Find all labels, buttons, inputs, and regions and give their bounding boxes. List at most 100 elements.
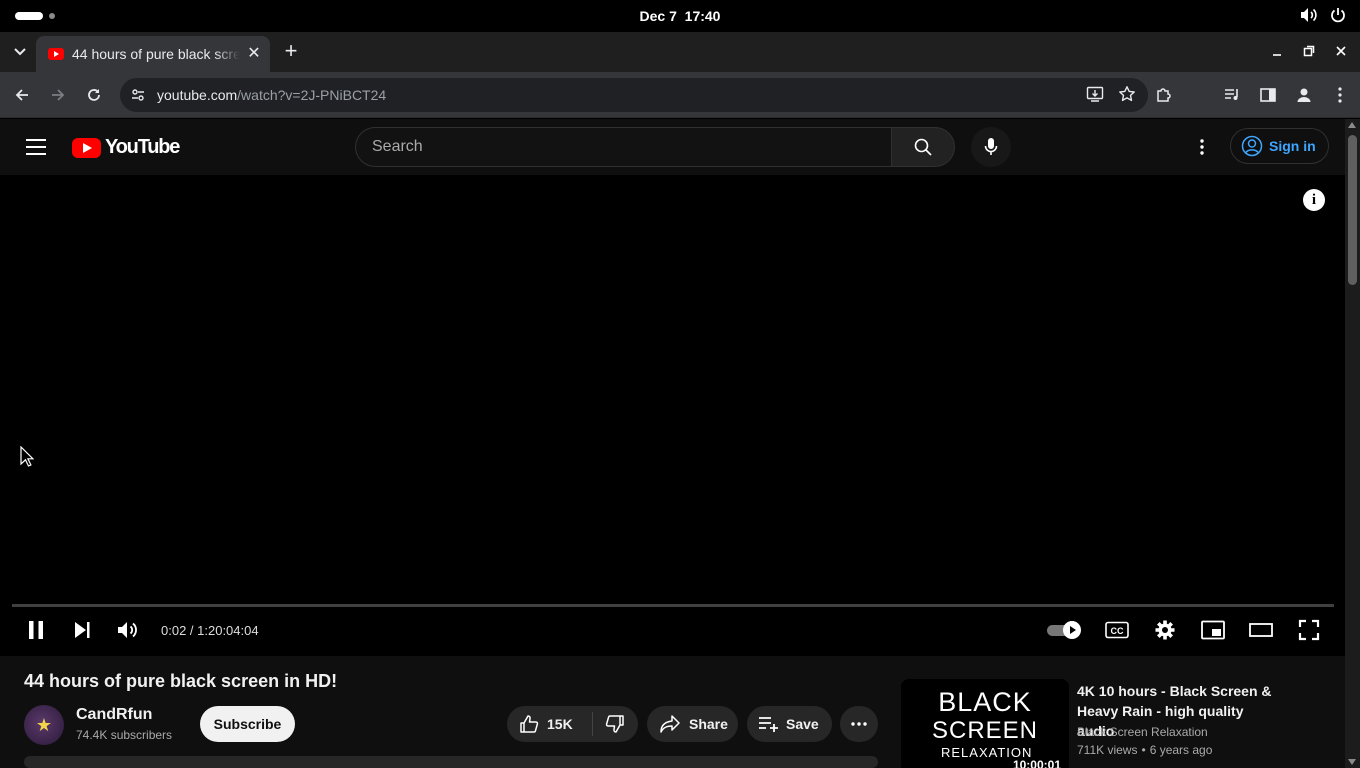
close-icon [1336,46,1346,56]
recommended-video[interactable]: BLACK SCREEN RELAXATION 10:00:01 4K 10 h… [901,679,1341,768]
gear-icon [1155,620,1175,640]
channel-name[interactable]: CandRfun [76,706,152,724]
tab-search-button[interactable] [10,42,30,62]
video-player[interactable]: i 0:02 / 1:20:04:04 CC [0,175,1345,656]
tab-close-icon[interactable]: ✕ [246,46,262,62]
page-scrollbar[interactable] [1345,119,1360,768]
settings-menu-button[interactable] [1190,135,1214,159]
autoplay-toggle[interactable] [1047,618,1081,642]
share-arrow-icon [660,715,680,733]
search-icon [914,138,932,156]
thumbnail-text-line1: BLACK [938,687,1032,717]
browser-tab-active[interactable]: 44 hours of pure black screen in HD! - Y… [36,36,270,72]
mute-button[interactable] [116,618,140,642]
side-panel-button[interactable] [1258,85,1278,105]
address-bar[interactable]: youtube.com/watch?v=2J-PNiBCT24 [120,78,1148,112]
theater-mode-icon [1249,623,1273,637]
subscribe-button[interactable]: Subscribe [200,706,295,742]
activities-indicator[interactable] [15,12,55,20]
share-button[interactable]: Share [647,706,738,742]
like-dislike-group: 15K [507,706,638,742]
like-count: 15K [547,716,573,732]
tab-strip: 44 hours of pure black screen in HD! - Y… [0,32,1360,72]
window-controls [1268,42,1350,60]
pause-button[interactable] [24,618,48,642]
scrollbar-thumb[interactable] [1348,135,1357,285]
install-app-icon[interactable] [1086,85,1104,108]
closed-captions-icon: CC [1105,621,1129,639]
site-info-icon[interactable] [128,85,148,105]
miniplayer-button[interactable] [1201,618,1225,642]
player-controls-right: CC [1047,617,1321,643]
autoplay-play-icon [1063,621,1081,639]
media-controls-button[interactable] [1222,85,1242,105]
thumbnail-text-line2: SCREEN [931,717,1039,744]
chevron-down-icon [14,48,26,56]
progress-bar[interactable] [12,604,1334,607]
reload-button[interactable] [84,85,104,105]
clock-button[interactable]: Dec 7 17:40 [640,8,721,24]
meta-separator: • [1141,743,1146,757]
forward-button[interactable] [48,85,68,105]
thumbs-up-icon [520,715,539,733]
minimize-button[interactable] [1268,42,1286,60]
power-icon [1330,7,1346,28]
subtitles-button[interactable]: CC [1105,618,1129,642]
media-queue-icon [1225,89,1238,100]
reload-icon [88,89,100,101]
youtube-masthead: YouTube Sign in [0,119,1345,175]
side-panel-icon [1260,88,1276,102]
scroll-down-arrow-icon[interactable] [1348,759,1356,765]
new-tab-button[interactable]: + [280,40,302,63]
settings-button[interactable] [1153,618,1177,642]
sign-in-button[interactable]: Sign in [1230,128,1329,164]
search-button[interactable] [891,127,955,167]
next-button[interactable] [70,618,94,642]
close-window-button[interactable] [1332,42,1350,60]
tab-title: 44 hours of pure black screen in HD! - Y… [72,46,240,62]
guide-menu-button[interactable] [24,137,48,157]
browser-menu-button[interactable] [1330,85,1350,105]
profile-button[interactable] [1294,85,1314,105]
browser-toolbar: youtube.com/watch?v=2J-PNiBCT24 [0,72,1360,118]
hamburger-icon-bar [26,146,46,148]
hamburger-icon-bar [26,139,46,141]
youtube-logo[interactable]: YouTube [72,136,180,159]
back-button[interactable] [12,85,32,105]
scroll-up-arrow-icon[interactable] [1348,122,1356,128]
bookmark-star-icon[interactable] [1118,85,1136,108]
more-actions-button[interactable] [840,706,878,742]
recommended-meta: 711K views • 6 years ago [1077,743,1212,757]
thumbs-down-icon [605,715,624,733]
workspace-dot [49,13,55,19]
restore-button[interactable] [1300,42,1318,60]
save-button[interactable]: Save [747,706,832,742]
dislike-button[interactable] [593,714,637,734]
fullscreen-button[interactable] [1297,618,1321,642]
vertical-dots-icon [1200,139,1204,155]
toolbar-actions [1154,85,1350,105]
url-host: youtube.com [157,87,238,103]
omnibox-actions [1086,85,1136,108]
theater-mode-button[interactable] [1249,618,1273,642]
voice-search-button[interactable] [971,127,1011,167]
search-input[interactable] [356,128,892,166]
recommended-channel[interactable]: Black Screen Relaxation [1077,725,1208,739]
recommended-views: 711K views [1077,743,1138,757]
time-display: 0:02 / 1:20:04:04 [161,622,259,638]
workspace-active-pill [15,12,43,20]
system-tray[interactable] [1300,7,1346,28]
pause-icon [29,621,43,639]
recommended-thumbnail[interactable]: BLACK SCREEN RELAXATION 10:00:01 [901,679,1069,768]
arrow-left-icon [15,89,28,101]
like-button[interactable]: 15K [507,712,593,736]
extensions-button[interactable] [1154,85,1174,105]
youtube-page: YouTube Sign in i [0,119,1345,768]
clock: Dec 7 17:40 [0,8,1360,24]
description-box-edge[interactable] [24,756,878,768]
channel-avatar[interactable]: ★ [24,705,64,745]
info-icon[interactable]: i [1303,189,1325,211]
mouse-cursor-icon [20,445,35,473]
horizontal-dots-icon [851,722,867,726]
search-box [355,127,892,167]
